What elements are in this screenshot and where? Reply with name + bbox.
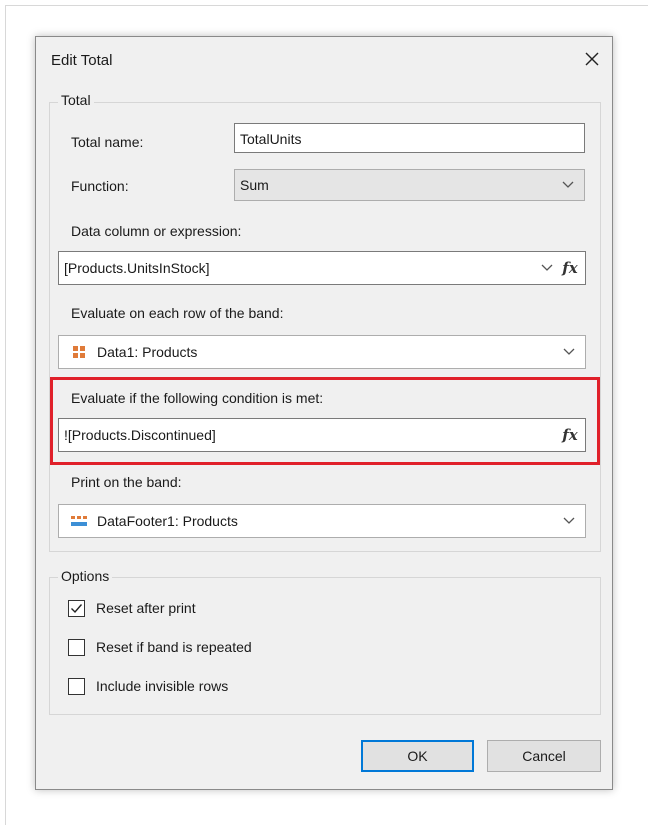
checkmark-icon bbox=[71, 604, 83, 614]
chevron-down-icon bbox=[562, 181, 574, 188]
function-label: Function: bbox=[71, 178, 129, 194]
total-group-legend: Total bbox=[58, 92, 94, 108]
data-footer-band-icon bbox=[71, 516, 87, 526]
data-column-input[interactable]: [Products.UnitsInStock] fx bbox=[58, 251, 586, 285]
print-band-select[interactable]: DataFooter1: Products bbox=[58, 504, 586, 538]
total-name-label: Total name: bbox=[71, 134, 144, 150]
chevron-down-icon bbox=[563, 517, 575, 524]
fx-icon[interactable]: fx bbox=[559, 252, 581, 284]
evaluate-band-value: Data1: Products bbox=[97, 344, 198, 360]
function-select[interactable]: Sum bbox=[234, 169, 585, 201]
edit-total-dialog: Edit Total Total Total name: TotalUnits … bbox=[35, 36, 613, 790]
reset-if-repeated-label[interactable]: Reset if band is repeated bbox=[96, 639, 252, 655]
reset-if-repeated-checkbox[interactable] bbox=[68, 639, 85, 656]
data-band-icon bbox=[73, 346, 85, 358]
condition-value: ![Products.Discontinued] bbox=[64, 427, 216, 443]
print-band-label: Print on the band: bbox=[71, 474, 182, 490]
condition-input[interactable]: ![Products.Discontinued] fx bbox=[58, 418, 586, 452]
dialog-title: Edit Total bbox=[51, 52, 113, 69]
chevron-down-icon bbox=[541, 264, 553, 271]
fx-icon[interactable]: fx bbox=[559, 419, 581, 451]
cancel-button[interactable]: Cancel bbox=[487, 740, 601, 772]
reset-after-print-checkbox[interactable] bbox=[68, 600, 85, 617]
close-icon bbox=[585, 52, 599, 66]
chevron-down-icon bbox=[563, 348, 575, 355]
reset-after-print-label[interactable]: Reset after print bbox=[96, 600, 196, 616]
function-select-value: Sum bbox=[240, 177, 269, 193]
options-group-legend: Options bbox=[58, 568, 113, 584]
print-band-value: DataFooter1: Products bbox=[97, 513, 238, 529]
include-invisible-rows-label[interactable]: Include invisible rows bbox=[96, 678, 228, 694]
include-invisible-rows-checkbox[interactable] bbox=[68, 678, 85, 695]
ok-button[interactable]: OK bbox=[361, 740, 474, 772]
data-column-dropdown[interactable] bbox=[539, 252, 555, 284]
data-column-label: Data column or expression: bbox=[71, 223, 242, 239]
evaluate-band-select[interactable]: Data1: Products bbox=[58, 335, 586, 369]
data-column-value: [Products.UnitsInStock] bbox=[64, 260, 210, 276]
close-button[interactable] bbox=[578, 45, 606, 73]
total-name-input[interactable]: TotalUnits bbox=[234, 123, 585, 153]
condition-label: Evaluate if the following condition is m… bbox=[71, 390, 324, 406]
evaluate-band-label: Evaluate on each row of the band: bbox=[71, 305, 284, 321]
